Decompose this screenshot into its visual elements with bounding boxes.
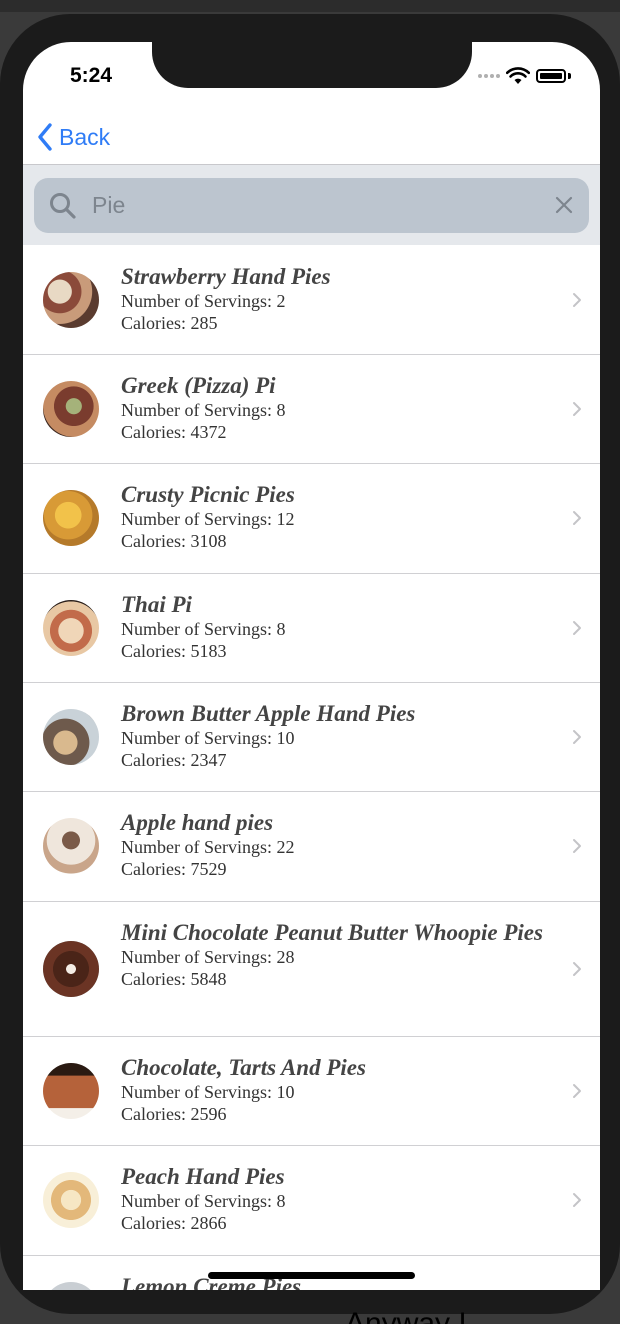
chevron-right-icon [573, 293, 581, 307]
signal-icon [478, 74, 500, 78]
clear-icon[interactable] [553, 194, 575, 216]
recipe-row[interactable]: Mini Chocolate Peanut Butter Whoopie Pie… [23, 902, 600, 1037]
recipe-calories: Calories: 2347 [121, 750, 227, 770]
recipe-servings: Number of Servings: 8 [121, 400, 286, 420]
chevron-right-icon [573, 1193, 581, 1207]
recipe-title: Apple hand pies [121, 810, 274, 835]
home-indicator[interactable] [208, 1272, 415, 1279]
chevron-right-icon [573, 839, 581, 853]
search-input[interactable] [92, 192, 532, 219]
recipe-thumbnail [43, 381, 99, 437]
recipe-servings: Number of Servings: 8 [121, 1191, 286, 1211]
recipe-thumbnail [43, 272, 99, 328]
status-time: 5:24 [70, 64, 113, 87]
recipe-row[interactable]: Chocolate, Tarts And Pies Number of Serv… [23, 1037, 600, 1146]
recipe-title: Brown Butter Apple Hand Pies [121, 701, 416, 726]
recipe-title: Chocolate, Tarts And Pies [121, 1055, 366, 1080]
desktop-top-strip [0, 0, 620, 12]
recipe-row[interactable]: Strawberry Hand Pies Number of Servings:… [23, 246, 600, 355]
search-bar [23, 165, 600, 245]
chevron-right-icon [573, 621, 581, 635]
chevron-left-icon [38, 123, 52, 151]
recipe-row[interactable]: Peach Hand Pies Number of Servings: 8 Ca… [23, 1146, 600, 1256]
wifi-icon [506, 67, 530, 84]
recipe-calories: Calories: 3108 [121, 531, 227, 551]
battery-icon [536, 69, 566, 83]
recipe-calories: Calories: 5183 [121, 641, 227, 661]
recipe-thumbnail [43, 1172, 99, 1228]
recipe-servings: Number of Servings: 8 [121, 619, 286, 639]
recipe-thumbnail [43, 1063, 99, 1119]
recipe-row[interactable]: Crusty Picnic Pies Number of Servings: 1… [23, 464, 600, 574]
recipe-thumbnail [43, 709, 99, 765]
recipe-row[interactable]: Thai Pi Number of Servings: 8 Calories: … [23, 574, 600, 683]
recipe-calories: Calories: 4372 [121, 422, 227, 442]
search-icon [50, 192, 76, 219]
chevron-right-icon [573, 402, 581, 416]
recipe-servings: Number of Servings: 2 [121, 291, 286, 311]
navigation-bar: Back [23, 110, 600, 165]
battery-cap [568, 73, 571, 79]
recipe-thumbnail [43, 600, 99, 656]
recipe-title: Greek (Pizza) Pi [121, 373, 276, 398]
recipe-thumbnail [43, 818, 99, 874]
recipe-servings: Number of Servings: 12 [121, 509, 295, 529]
recipe-title: Mini Chocolate Peanut Butter Whoopie Pie… [121, 920, 543, 945]
recipe-title: Strawberry Hand Pies [121, 264, 331, 289]
chevron-right-icon [573, 962, 581, 976]
status-icons [478, 64, 571, 88]
back-button[interactable]: Back [37, 118, 110, 156]
recipe-servings: Number of Servings: 10 [121, 1082, 295, 1102]
recipe-thumbnail [43, 1282, 99, 1290]
recipe-servings: Number of Servings: 22 [121, 837, 295, 857]
recipe-row[interactable]: Greek (Pizza) Pi Number of Servings: 8 C… [23, 355, 600, 464]
recipe-title: Peach Hand Pies [121, 1164, 285, 1189]
background-text: Anyway I [345, 1312, 467, 1324]
recipe-thumbnail [43, 490, 99, 546]
recipe-list: Strawberry Hand Pies Number of Servings:… [23, 246, 600, 1290]
chevron-right-icon [573, 1084, 581, 1098]
recipe-calories: Calories: 2866 [121, 1213, 227, 1233]
recipe-row[interactable]: Brown Butter Apple Hand Pies Number of S… [23, 683, 600, 792]
recipe-title: Thai Pi [121, 592, 192, 617]
recipe-row[interactable]: Apple hand pies Number of Servings: 22 C… [23, 792, 600, 902]
chevron-right-icon [573, 730, 581, 744]
recipe-calories: Calories: 285 [121, 313, 218, 333]
recipe-calories: Calories: 2596 [121, 1104, 227, 1124]
recipe-title: Crusty Picnic Pies [121, 482, 295, 507]
recipe-calories: Calories: 7529 [121, 859, 227, 879]
recipe-servings: Number of Servings: 10 [121, 728, 295, 748]
back-label: Back [59, 123, 111, 150]
chevron-right-icon [573, 511, 581, 525]
recipe-thumbnail [43, 941, 99, 997]
phone-notch [152, 42, 472, 88]
search-field[interactable] [34, 178, 589, 233]
recipe-servings: Number of Servings: 28 [121, 947, 295, 967]
recipe-calories: Calories: 5848 [121, 969, 227, 989]
